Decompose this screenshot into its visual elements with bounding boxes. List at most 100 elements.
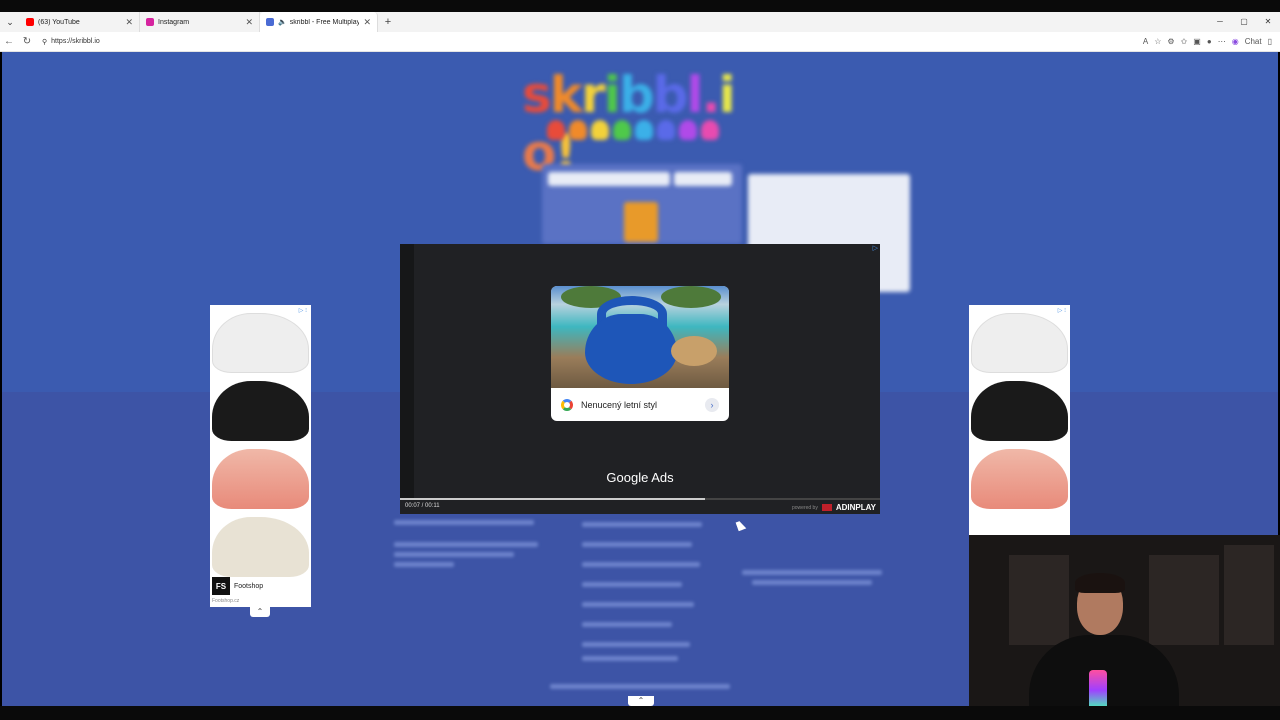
news-text	[582, 582, 682, 587]
progress-fill	[400, 498, 706, 500]
sidebar-toggle-icon[interactable]: ▯	[1268, 37, 1272, 46]
read-aloud-icon[interactable]: A	[1143, 37, 1148, 46]
minimize-icon[interactable]: ─	[1208, 12, 1232, 32]
tab-title: skribbl - Free Multiplayer Dra	[289, 18, 360, 26]
close-window-icon[interactable]: ✕	[1256, 12, 1280, 32]
player-side-shade	[400, 244, 414, 498]
shelf	[1224, 545, 1274, 645]
browser-toolbar: ← ↻ ⚲ https://skribbl.io A ☆ ⚙ ✩ ▣ ● ⋯ ◉…	[0, 32, 1280, 52]
tab-title: (63) YouTube	[38, 18, 80, 26]
adinplay-name: ADINPLAY	[835, 503, 876, 512]
toolbar-actions: A ☆ ⚙ ✩ ▣ ● ⋯ ◉ Chat ▯	[1143, 37, 1272, 46]
news-text	[582, 602, 694, 607]
news-text	[582, 562, 700, 567]
neon-lamp	[1089, 670, 1107, 710]
name-input[interactable]	[548, 172, 670, 186]
chat-button[interactable]: Chat	[1245, 37, 1262, 46]
tab-title: Instagram	[158, 18, 190, 26]
footer-links[interactable]	[550, 684, 730, 689]
collapse-bottom-chevron-icon[interactable]: ⌃	[628, 696, 654, 706]
tab-youtube[interactable]: (63) YouTube ✕	[20, 12, 140, 32]
powered-by: powered by ADINPLAY	[792, 503, 876, 512]
audio-playing-icon[interactable]: 🔈	[278, 18, 287, 26]
about-text	[394, 562, 454, 567]
adinplay-logo-icon	[821, 504, 832, 511]
ad-brand-url: Footshop.cz	[212, 598, 240, 604]
instagram-favicon-icon	[146, 18, 154, 26]
profile-avatar[interactable]: ●	[1207, 37, 1212, 46]
url-text: https://skribbl.io	[51, 38, 100, 45]
collections-icon[interactable]: ▣	[1193, 37, 1201, 46]
avatar-preview	[624, 202, 658, 242]
powered-by-label: powered by	[791, 504, 818, 511]
screen-bottom-border	[0, 706, 1280, 720]
logo-avatars	[547, 120, 719, 140]
about-text	[394, 520, 534, 525]
howto-text	[742, 570, 882, 575]
ad-shoe-pink	[971, 449, 1068, 509]
ad-card[interactable]: Nenucený letní styl ›	[551, 286, 729, 421]
straw-hat	[671, 336, 717, 366]
ad-shoe-white	[212, 313, 309, 373]
tab-search-icon[interactable]: ⌄	[0, 12, 20, 32]
news-text	[582, 642, 690, 647]
favorites-icon[interactable]: ✩	[1181, 37, 1188, 46]
adchoices-icon[interactable]: ▷ ⁝	[1058, 307, 1066, 314]
shelf	[1149, 555, 1219, 645]
copilot-icon[interactable]: ◉	[1232, 37, 1239, 46]
google-ads-label: Google Ads	[606, 470, 674, 485]
adchoices-icon[interactable]: ▷ ⁝	[299, 307, 307, 314]
youtube-favicon-icon	[26, 18, 34, 26]
close-tab-icon[interactable]: ✕	[245, 17, 253, 28]
language-select[interactable]	[674, 172, 732, 186]
footshop-logo: FS	[212, 577, 230, 595]
video-time: 00:07 / 00:11	[405, 503, 440, 509]
side-ad-right[interactable]: ▷ ⁝	[969, 305, 1070, 535]
ad-shoe-beige	[212, 517, 309, 577]
skribbl-logo: skribbl.io!	[522, 66, 736, 182]
news-text	[582, 622, 672, 627]
tab-skribbl[interactable]: 🔈 skribbl - Free Multiplayer Dra ✕	[260, 12, 378, 32]
extensions-icon[interactable]: ⚙	[1167, 37, 1174, 46]
shelf	[1009, 555, 1069, 645]
side-ad-left[interactable]: ▷ ⁝ FS Footshop Footshop.cz	[210, 305, 311, 607]
news-text	[582, 542, 692, 547]
refresh-icon[interactable]: ↻	[18, 36, 36, 47]
tab-strip: ⌄ (63) YouTube ✕ Instagram ✕ 🔈 skribbl -…	[0, 12, 1280, 32]
webcam-overlay	[969, 535, 1280, 720]
screen-top-border	[0, 0, 1280, 12]
news-text	[582, 522, 702, 527]
google-g-icon	[561, 398, 573, 411]
tab-instagram[interactable]: Instagram ✕	[140, 12, 260, 32]
news-text	[582, 656, 678, 661]
blue-bag	[585, 314, 677, 384]
restore-icon[interactable]: ▢	[1232, 12, 1256, 32]
window-controls: ─ ▢ ✕	[1208, 12, 1280, 32]
chevron-right-icon[interactable]: ›	[705, 397, 719, 412]
ad-cta-row[interactable]: Nenucený letní styl ›	[551, 388, 729, 421]
site-info-icon[interactable]: ⚲	[42, 38, 47, 46]
skribbl-favicon-icon	[266, 18, 274, 26]
ad-shoe-black	[971, 381, 1068, 441]
person-hair	[1075, 573, 1125, 593]
ad-shoe-white	[971, 313, 1068, 373]
ad-headline: Nenucený letní styl	[581, 399, 658, 410]
ad-image	[551, 286, 729, 388]
adchoices-icon[interactable]: ▷	[873, 244, 878, 252]
video-progress-bar[interactable]	[400, 498, 880, 500]
collapse-ad-chevron-icon[interactable]: ⌃	[250, 607, 270, 617]
favorite-star-icon[interactable]: ☆	[1154, 37, 1161, 46]
howto-text	[752, 580, 872, 585]
more-menu-icon[interactable]: ⋯	[1218, 37, 1226, 46]
new-tab-button[interactable]: +	[378, 16, 398, 28]
back-icon[interactable]: ←	[0, 36, 18, 47]
about-text	[394, 542, 538, 547]
ad-brand-row: FS Footshop	[212, 577, 263, 595]
palm-shape	[661, 286, 721, 308]
close-tab-icon[interactable]: ✕	[363, 17, 371, 28]
ad-shoe-black	[212, 381, 309, 441]
ad-brand-name: Footshop	[234, 582, 264, 590]
close-tab-icon[interactable]: ✕	[125, 17, 133, 28]
address-bar[interactable]: ⚲ https://skribbl.io	[42, 38, 1143, 46]
about-text	[394, 552, 514, 557]
